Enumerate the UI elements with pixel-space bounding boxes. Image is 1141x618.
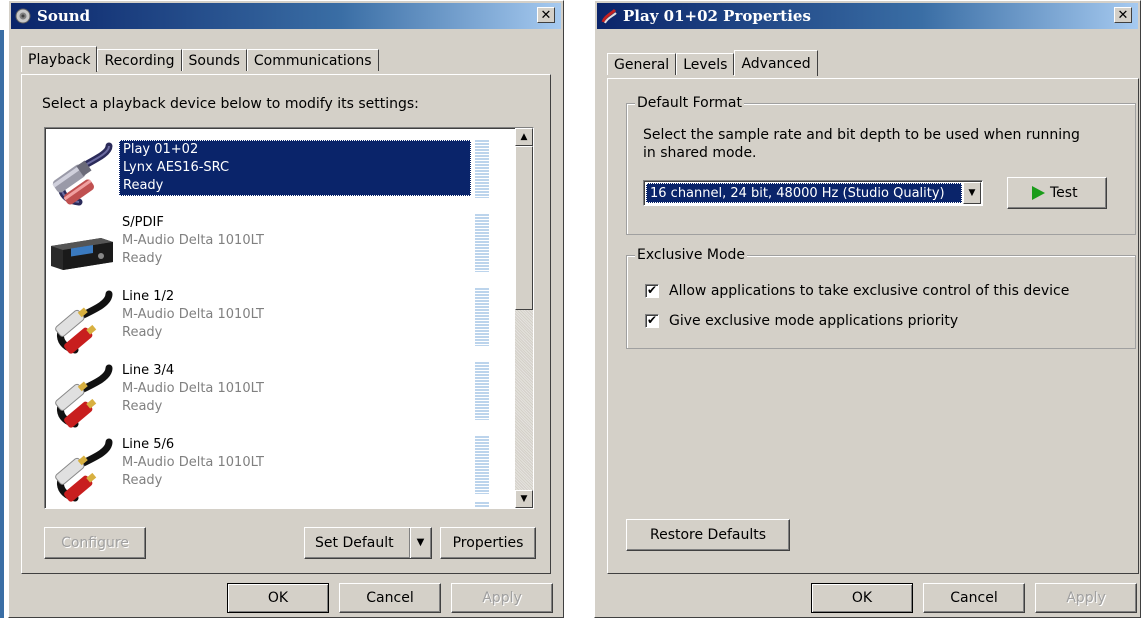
device-name: Line 5/6 (122, 437, 175, 452)
list-item[interactable]: Play 01+02 Lynx AES16-SRC Ready (45, 138, 515, 212)
tab-sounds[interactable]: Sounds (181, 49, 247, 71)
test-button[interactable]: Test (1007, 177, 1107, 209)
cancel-button[interactable]: Cancel (339, 583, 441, 613)
play-icon (1032, 186, 1045, 200)
device-label: Play 01+02 Lynx AES16-SRC Ready (119, 140, 471, 196)
cancel-button[interactable]: Cancel (923, 583, 1025, 613)
device-status: Ready (122, 399, 163, 414)
priority-label[interactable]: Give exclusive mode applications priorit… (669, 312, 958, 330)
group-title: Default Format (635, 95, 744, 111)
device-label: S/PDIF M-Audio Delta 1010LT Ready (119, 214, 469, 270)
scroll-thumb[interactable] (515, 146, 533, 310)
properties-button[interactable]: Properties (440, 527, 536, 559)
tab-playback[interactable]: Playback (21, 46, 98, 72)
device-status: Ready (122, 325, 163, 340)
set-default-label: Set Default (315, 535, 394, 551)
format-description-line1: Select the sample rate and bit depth to … (643, 127, 1080, 143)
device-name: Play 01+02 (123, 142, 199, 157)
test-label: Test (1050, 185, 1078, 201)
group-title: Exclusive Mode (635, 247, 748, 263)
device-status: Ready (123, 178, 164, 193)
list-item[interactable]: Line 3/4 M-Audio Delta 1010LT Ready (45, 360, 515, 434)
device-status: Ready (122, 251, 163, 266)
sound-titlebar[interactable]: Sound ✕ (11, 3, 561, 29)
device-label: Line 3/4 M-Audio Delta 1010LT Ready (119, 362, 469, 418)
device-label: Line 1/2 M-Audio Delta 1010LT Ready (119, 288, 469, 344)
device-driver: M-Audio Delta 1010LT (122, 307, 264, 322)
close-icon[interactable]: ✕ (537, 7, 555, 23)
list-item[interactable]: Line 5/6 M-Audio Delta 1010LT Ready (45, 434, 515, 508)
device-driver: M-Audio Delta 1010LT (122, 233, 264, 248)
list-item[interactable]: Line 1/2 M-Audio Delta 1010LT Ready (45, 286, 515, 360)
rca-cable-icon (55, 438, 113, 502)
list-item[interactable] (45, 500, 515, 508)
device-list-scrollbar[interactable]: ▲ ▼ (515, 128, 533, 508)
configure-button[interactable]: Configure (44, 527, 146, 559)
rca-cable-icon (55, 290, 113, 354)
apply-button[interactable]: Apply (451, 583, 553, 613)
ok-button[interactable]: OK (811, 583, 913, 613)
cable-icon (105, 507, 109, 508)
level-meter (475, 436, 489, 494)
playback-panel: Select a playback device below to modify… (21, 74, 551, 574)
tab-communications[interactable]: Communications (246, 49, 379, 71)
device-status: Ready (122, 473, 163, 488)
device-driver: Lynx AES16-SRC (123, 160, 230, 175)
tab-advanced[interactable]: Advanced (734, 50, 818, 76)
sound-dialog: Sound ✕ Playback Recording Sounds Commun… (8, 0, 564, 618)
apply-button[interactable]: Apply (1035, 583, 1137, 613)
level-meter (475, 288, 489, 346)
instruction-text: Select a playback device below to modify… (42, 96, 419, 112)
format-select[interactable]: 16 channel, 24 bit, 48000 Hz (Studio Qua… (643, 180, 983, 206)
sound-tabs: Playback Recording Sounds Communications (21, 45, 379, 72)
tab-levels[interactable]: Levels (676, 53, 735, 75)
properties-titlebar[interactable]: Play 01+02 Properties ✕ (597, 3, 1138, 29)
priority-checkbox[interactable]: ✔ (645, 314, 659, 328)
format-select-value: 16 channel, 24 bit, 48000 Hz (Studio Qua… (646, 183, 962, 203)
properties-tabs: General Levels Advanced (607, 49, 818, 76)
device-name: Line 1/2 (122, 289, 175, 304)
advanced-panel: Default Format Select the sample rate an… (607, 78, 1139, 574)
window-title: Play 01+02 Properties (623, 7, 811, 25)
cable-icon (601, 8, 617, 24)
exclusive-mode-group: Exclusive Mode ✔ Allow applications to t… (626, 247, 1136, 349)
xlr-cable-icon (52, 142, 113, 206)
default-format-group: Default Format Select the sample rate an… (626, 95, 1136, 235)
restore-defaults-button[interactable]: Restore Defaults (626, 519, 790, 551)
ok-button[interactable]: OK (227, 583, 329, 613)
list-item[interactable]: S/PDIF M-Audio Delta 1010LT Ready (45, 212, 515, 286)
tab-recording[interactable]: Recording (97, 49, 182, 71)
close-icon[interactable]: ✕ (1114, 7, 1132, 23)
device-driver: M-Audio Delta 1010LT (122, 381, 264, 396)
level-meter (475, 362, 489, 420)
device-driver: M-Audio Delta 1010LT (122, 455, 264, 470)
allow-exclusive-checkbox[interactable]: ✔ (645, 284, 659, 298)
screenshot-canvas: Sound ✕ Playback Recording Sounds Commun… (0, 0, 1141, 618)
level-meter (475, 214, 489, 272)
rca-cable-icon (55, 364, 113, 428)
device-name: Line 3/4 (122, 363, 175, 378)
device-list: Play 01+02 Lynx AES16-SRC Ready S/PDIF M… (44, 127, 534, 509)
scroll-up-button[interactable]: ▲ (515, 128, 533, 146)
chevron-down-icon[interactable]: ▼ (409, 528, 431, 558)
device-name: S/PDIF (122, 215, 164, 230)
level-meter (475, 140, 489, 198)
desktop-edge (0, 30, 4, 618)
device-label: Line 5/6 M-Audio Delta 1010LT Ready (119, 436, 469, 492)
level-meter (475, 502, 489, 508)
window-title: Sound (37, 7, 91, 25)
scroll-down-button[interactable]: ▼ (515, 490, 533, 508)
speaker-icon (15, 8, 31, 24)
tab-general[interactable]: General (607, 53, 677, 75)
digital-receiver-icon (51, 238, 113, 270)
set-default-button[interactable]: Set Default ▼ (304, 527, 432, 559)
chevron-down-icon[interactable]: ▼ (963, 182, 981, 204)
allow-exclusive-label[interactable]: Allow applications to take exclusive con… (669, 282, 1069, 300)
format-description-line2: in shared mode. (643, 145, 757, 161)
properties-dialog: Play 01+02 Properties ✕ General Levels A… (594, 0, 1141, 618)
